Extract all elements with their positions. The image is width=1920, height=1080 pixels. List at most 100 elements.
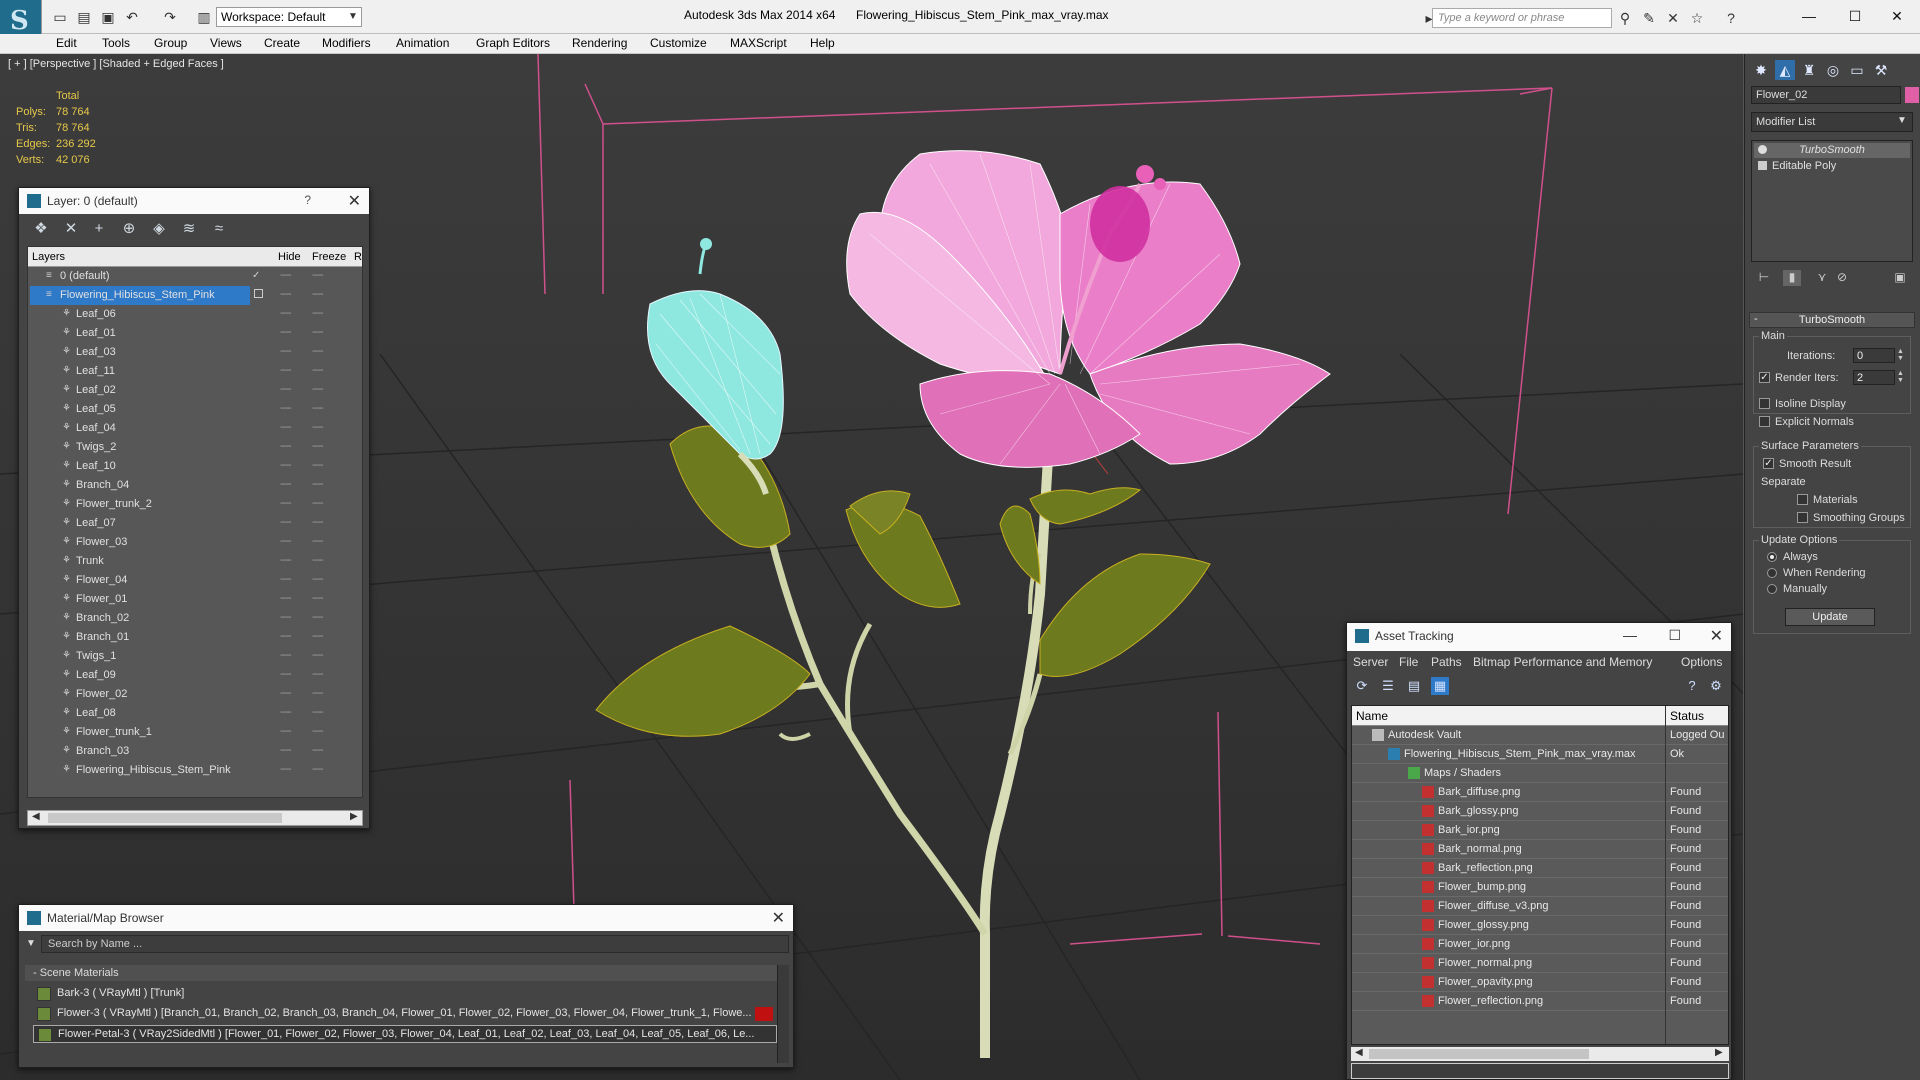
hierarchy-tab-icon[interactable]: ♜ <box>1799 60 1819 80</box>
viewport-label[interactable]: [ + ] [Perspective ] [Shaded + Edged Fac… <box>8 58 224 70</box>
scroll-right-icon[interactable]: ▶ <box>1715 1047 1723 1058</box>
save-file-icon[interactable]: ▣ <box>98 7 118 27</box>
asset-row[interactable]: Flower_normal.png Found <box>1352 954 1728 973</box>
freeze-toggle[interactable]: ---- <box>312 630 324 642</box>
freeze-toggle[interactable]: ---- <box>312 706 324 718</box>
scroll-thumb[interactable] <box>48 813 282 823</box>
hide-toggle[interactable]: ---- <box>280 535 292 547</box>
scroll-left-icon[interactable]: ◀ <box>1355 1047 1363 1058</box>
freeze-toggle[interactable]: ---- <box>312 307 324 319</box>
freeze-toggle[interactable]: ---- <box>312 364 324 376</box>
hide-toggle[interactable]: ---- <box>280 763 292 775</box>
freeze-toggle[interactable]: ---- <box>312 516 324 528</box>
layer-row[interactable]: ⚘ Branch_04 ---- ---- <box>28 476 362 495</box>
maximize-icon[interactable]: ☐ <box>1668 627 1681 644</box>
create-tab-icon[interactable]: ✸ <box>1751 60 1771 80</box>
freeze-toggle[interactable]: ---- <box>312 744 324 756</box>
remove-modifier-icon[interactable]: ⊘ <box>1833 270 1851 286</box>
manually-radio[interactable] <box>1767 584 1777 594</box>
menu-graph-editors[interactable]: Graph Editors <box>476 36 550 50</box>
asset-row[interactable]: Flower_opavity.png Found <box>1352 973 1728 992</box>
layer-row[interactable]: ⚘ Branch_03 ---- ---- <box>28 742 362 761</box>
help-icon[interactable]: ? <box>1683 677 1701 695</box>
asset-row[interactable]: Flower_reflection.png Found <box>1352 992 1728 1011</box>
object-color-swatch[interactable] <box>1905 87 1919 103</box>
layer-row[interactable]: ≡ 0 (default) ✓ ---- ---- <box>28 267 362 286</box>
explicit-normals-checkbox[interactable] <box>1759 416 1770 427</box>
asset-row[interactable]: Flower_diffuse_v3.png Found <box>1352 897 1728 916</box>
menu-bitmap-performance[interactable]: Bitmap Performance and Memory <box>1473 655 1652 669</box>
freeze-toggle[interactable]: ---- <box>312 611 324 623</box>
layer-row[interactable]: ⚘ Flower_trunk_2 ---- ---- <box>28 495 362 514</box>
freeze-toggle[interactable]: ---- <box>312 687 324 699</box>
close-icon[interactable]: ✕ <box>348 191 361 211</box>
freeze-toggle[interactable]: ---- <box>312 478 324 490</box>
vertical-scrollbar[interactable] <box>777 965 789 1063</box>
minimize-icon[interactable]: — <box>1623 627 1637 643</box>
freeze-toggle[interactable]: ---- <box>312 535 324 547</box>
always-radio[interactable] <box>1767 552 1777 562</box>
layer-row[interactable]: ⚘ Leaf_06 ---- ---- <box>28 305 362 324</box>
material-browser-titlebar[interactable]: Material/Map Browser ✕ <box>19 905 793 931</box>
redo-icon[interactable]: ↷ <box>160 7 180 27</box>
freeze-toggle[interactable]: ---- <box>312 383 324 395</box>
hide-toggle[interactable]: ---- <box>280 364 292 376</box>
close-icon[interactable]: ✕ <box>1710 626 1723 646</box>
material-row-selected[interactable]: Flower-Petal-3 ( VRay2SidedMtl ) [Flower… <box>33 1025 777 1043</box>
horizontal-scrollbar[interactable]: ◀ ▶ <box>27 810 363 826</box>
menu-options[interactable]: Options <box>1681 655 1722 669</box>
col-freeze[interactable]: Freeze <box>312 251 346 263</box>
hide-toggle[interactable]: ---- <box>280 649 292 661</box>
layer-row[interactable]: ⚘ Trunk ---- ---- <box>28 552 362 571</box>
turbosmooth-rollout-header[interactable]: - TurboSmooth <box>1749 312 1915 328</box>
freeze-toggle[interactable]: ---- <box>312 288 324 300</box>
menu-help[interactable]: Help <box>810 36 835 50</box>
layer-row[interactable]: ⚘ Flower_03 ---- ---- <box>28 533 362 552</box>
lightbulb-icon[interactable] <box>1758 145 1767 154</box>
undo-icon[interactable]: ↶ <box>122 7 142 27</box>
freeze-toggle[interactable]: ---- <box>312 459 324 471</box>
smoothing-groups-checkbox[interactable] <box>1797 512 1808 523</box>
layer-row[interactable]: ⚘ Leaf_07 ---- ---- <box>28 514 362 533</box>
menu-server[interactable]: Server <box>1353 655 1388 669</box>
hide-toggle[interactable]: ---- <box>280 668 292 680</box>
layer-row[interactable]: ⚘ Flower_02 ---- ---- <box>28 685 362 704</box>
scroll-left-icon[interactable]: ◀ <box>32 811 40 822</box>
freeze-toggle[interactable]: ---- <box>312 592 324 604</box>
freeze-toggle[interactable]: ---- <box>312 402 324 414</box>
show-end-result-icon[interactable]: ▮ <box>1783 270 1801 286</box>
hide-toggle[interactable]: ---- <box>280 497 292 509</box>
hide-toggle[interactable]: ---- <box>280 345 292 357</box>
hide-toggle[interactable]: ---- <box>280 554 292 566</box>
hide-toggle[interactable]: ---- <box>280 516 292 528</box>
list-view-icon[interactable]: ☰ <box>1379 677 1397 695</box>
modify-tab-icon[interactable]: ◭ <box>1775 60 1795 80</box>
col-render[interactable]: Re <box>354 251 362 263</box>
make-current-box-icon[interactable] <box>254 289 263 298</box>
hide-toggle[interactable]: ---- <box>280 383 292 395</box>
project-folder-icon[interactable]: ▥ <box>194 7 214 27</box>
render-iters-checkbox[interactable]: ✓ <box>1759 372 1770 383</box>
utilities-tab-icon[interactable]: ⚒ <box>1871 60 1891 80</box>
menu-create[interactable]: Create <box>264 36 300 50</box>
horizontal-scrollbar[interactable]: ◀ ▶ <box>1351 1047 1729 1061</box>
object-name-field[interactable]: Flower_02 <box>1751 86 1901 104</box>
materials-checkbox[interactable] <box>1797 494 1808 505</box>
binoculars-icon[interactable]: ⚲ <box>1616 9 1634 27</box>
asset-row[interactable]: Flower_glossy.png Found <box>1352 916 1728 935</box>
layer-row[interactable]: ⚘ Branch_01 ---- ---- <box>28 628 362 647</box>
layer-row[interactable]: ⚘ Flower_01 ---- ---- <box>28 590 362 609</box>
asset-row[interactable]: Flower_ior.png Found <box>1352 935 1728 954</box>
stack-item-editable-poly[interactable]: Editable Poly <box>1754 159 1910 174</box>
stack-item-turbosmooth[interactable]: TurboSmooth <box>1754 143 1910 158</box>
close-icon[interactable]: ✕ <box>772 908 785 928</box>
hide-toggle[interactable]: ---- <box>280 421 292 433</box>
menu-tools[interactable]: Tools <box>102 36 130 50</box>
thumbnail-view-icon[interactable]: ▤ <box>1405 677 1423 695</box>
search-input[interactable]: Type a keyword or phrase <box>1432 8 1612 28</box>
chevron-down-icon[interactable]: ▼ <box>1897 115 1907 126</box>
layer-dialog-titlebar[interactable]: Layer: 0 (default) ? ✕ <box>19 188 369 214</box>
asset-row[interactable]: Bark_normal.png Found <box>1352 840 1728 859</box>
modifier-list-dropdown[interactable]: Modifier List <box>1751 112 1913 132</box>
asset-row[interactable]: Autodesk Vault Logged Ou <box>1352 726 1728 745</box>
